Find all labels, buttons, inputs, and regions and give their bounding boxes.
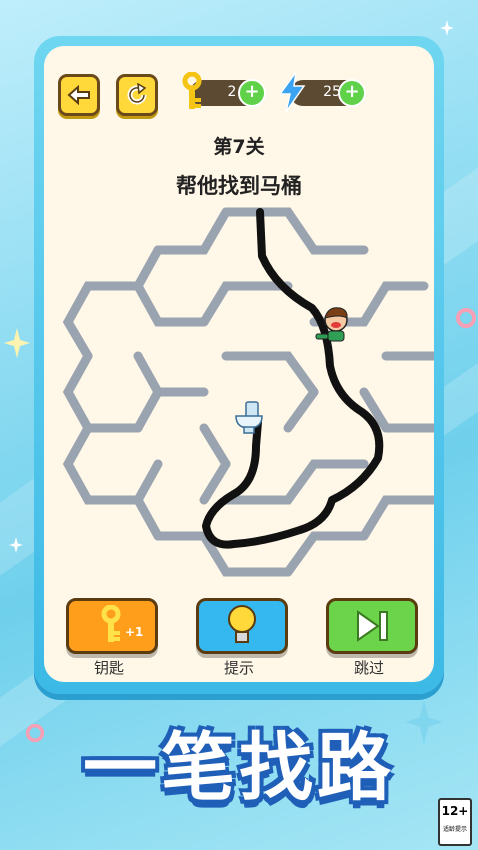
lightning-icon xyxy=(278,72,306,112)
key-tool-label: 钥匙 xyxy=(93,659,124,677)
sparkle-icon xyxy=(440,20,454,36)
game-frame: 2 + 25 + 第7关 帮他找到马桶 +1 钥匙 提示 跳过 xyxy=(34,36,444,694)
back-arrow-icon xyxy=(67,85,90,105)
key-icon xyxy=(182,72,202,109)
add-keys-button[interactable]: + xyxy=(238,79,266,107)
skip-icon xyxy=(357,610,388,642)
level-title: 第7关 xyxy=(213,136,265,158)
sparkle-icon xyxy=(4,328,30,358)
age-rating-badge: 12+ 适龄提示 xyxy=(438,798,472,846)
energy-counter: 25 + xyxy=(278,72,366,112)
hint-tool-label: 提示 xyxy=(223,659,254,677)
add-energy-button[interactable]: + xyxy=(338,79,366,107)
key-tool-badge: +1 xyxy=(125,625,144,639)
game-panel: 2 + 25 + 第7关 帮他找到马桶 +1 钥匙 提示 跳过 xyxy=(44,46,434,682)
age-rating-number: 12+ xyxy=(441,804,469,818)
skip-tool-button[interactable] xyxy=(326,598,418,654)
skip-tool-label: 跳过 xyxy=(353,659,384,677)
age-rating-sub: 适龄提示 xyxy=(442,826,467,833)
keys-counter: 2 + xyxy=(182,72,266,109)
maze-board[interactable] xyxy=(44,196,434,596)
restart-icon xyxy=(127,83,147,105)
key-icon xyxy=(101,605,121,642)
maze-walls xyxy=(62,207,434,577)
back-button[interactable] xyxy=(58,74,100,116)
key-tool-button[interactable]: +1 xyxy=(66,598,158,654)
game-title-banner: 一笔找路 xyxy=(83,725,395,811)
ring-icon xyxy=(456,308,476,328)
hint-tool-button[interactable] xyxy=(196,598,288,654)
restart-button[interactable] xyxy=(116,74,158,116)
sparkle-icon xyxy=(9,537,23,553)
lightbulb-icon xyxy=(228,605,256,643)
